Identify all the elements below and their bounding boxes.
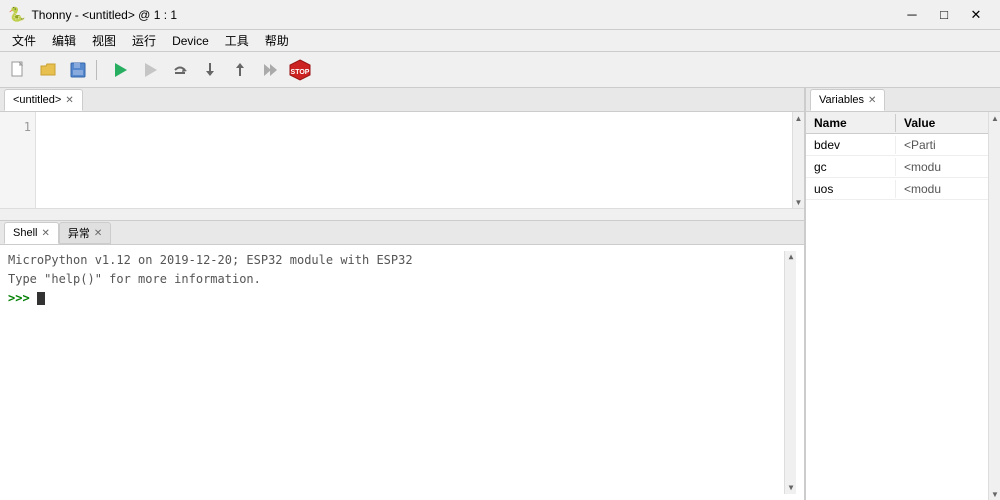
menu-item-编辑[interactable]: 编辑 bbox=[44, 30, 84, 51]
maximize-button[interactable]: □ bbox=[928, 0, 960, 30]
variables-tab-label: Variables bbox=[819, 94, 864, 106]
variables-tab-close[interactable]: ✕ bbox=[868, 95, 876, 106]
variables-content: Name Value bdev<Partigc<moduuos<modu ▲ ▼ bbox=[806, 112, 1000, 500]
shell-cursor bbox=[37, 292, 45, 305]
var-scroll-track bbox=[989, 124, 1000, 488]
app-icon: 🐍 bbox=[8, 6, 25, 23]
shell-tab-close[interactable]: ✕ bbox=[41, 228, 49, 239]
toolbar: STOP bbox=[0, 52, 1000, 88]
variables-tab[interactable]: Variables ✕ bbox=[810, 89, 885, 111]
step-into-button[interactable] bbox=[196, 56, 224, 84]
variables-tab-bar: Variables ✕ bbox=[806, 88, 1000, 112]
line-numbers: 1 bbox=[0, 112, 36, 208]
editor-scrollbar-vertical[interactable]: ▲ ▼ bbox=[792, 112, 804, 208]
menu-item-运行[interactable]: 运行 bbox=[124, 30, 164, 51]
editor-tab-label: <untitled> bbox=[13, 94, 61, 106]
open-icon bbox=[39, 61, 57, 79]
menu-bar: 文件编辑视图运行Device工具帮助 bbox=[0, 30, 1000, 52]
title-left: 🐍 Thonny - <untitled> @ 1 : 1 bbox=[8, 6, 177, 23]
variable-value: <Parti bbox=[896, 136, 988, 154]
shell-tab-close[interactable]: ✕ bbox=[94, 228, 102, 239]
scroll-down-arrow[interactable]: ▼ bbox=[793, 196, 805, 208]
variable-name: bdev bbox=[806, 136, 896, 154]
var-scroll-up[interactable]: ▲ bbox=[989, 112, 1000, 124]
variable-name: gc bbox=[806, 158, 896, 176]
shell-scroll-track bbox=[785, 263, 796, 482]
debug-icon bbox=[141, 61, 159, 79]
menu-item-文件[interactable]: 文件 bbox=[4, 30, 44, 51]
line-number-1: 1 bbox=[4, 118, 31, 136]
resume-icon bbox=[261, 61, 279, 79]
window-controls: ─ □ ✕ bbox=[896, 0, 992, 30]
main-content: <untitled> ✕ 1 ▲ ▼ Shell✕异常✕ MicroPython bbox=[0, 88, 1000, 500]
shell-scroll-up[interactable]: ▲ bbox=[785, 251, 797, 263]
step-out-icon bbox=[231, 61, 249, 79]
code-editor[interactable]: 1 ▲ ▼ bbox=[0, 112, 804, 208]
menu-item-帮助[interactable]: 帮助 bbox=[257, 30, 297, 51]
menu-item-工具[interactable]: 工具 bbox=[217, 30, 257, 51]
toolbar-separator-1 bbox=[96, 60, 102, 80]
menu-item-Device[interactable]: Device bbox=[164, 32, 217, 50]
variables-panel: Variables ✕ Name Value bdev<Partigc<modu… bbox=[805, 88, 1000, 500]
close-button[interactable]: ✕ bbox=[960, 0, 992, 30]
variables-table: Name Value bdev<Partigc<moduuos<modu bbox=[806, 112, 988, 500]
svg-text:STOP: STOP bbox=[291, 69, 310, 76]
variables-value-header: Value bbox=[896, 114, 988, 132]
table-row[interactable]: uos<modu bbox=[806, 178, 988, 200]
stop-button[interactable]: STOP bbox=[286, 56, 314, 84]
shell-tab-bar: Shell ✕ 异常 ✕ bbox=[0, 221, 804, 245]
shell-scrollbar[interactable]: ▲ ▼ bbox=[784, 251, 796, 494]
scroll-up-arrow[interactable]: ▲ bbox=[793, 112, 805, 124]
run-icon bbox=[111, 61, 129, 79]
step-into-icon bbox=[201, 61, 219, 79]
code-content[interactable] bbox=[36, 112, 792, 208]
shell-output-line2: Type "help()" for more information. bbox=[8, 270, 780, 289]
editor-tab-bar: <untitled> ✕ bbox=[0, 88, 804, 112]
save-file-button[interactable] bbox=[64, 56, 92, 84]
save-icon bbox=[69, 61, 87, 79]
menu-item-视图[interactable]: 视图 bbox=[84, 30, 124, 51]
shell-panel: Shell ✕ 异常 ✕ MicroPython v1.12 on 2019-12-2… bbox=[0, 220, 804, 500]
variable-name: uos bbox=[806, 180, 896, 198]
shell-content: MicroPython v1.12 on 2019-12-20; ESP32 m… bbox=[0, 245, 804, 500]
title-bar: 🐍 Thonny - <untitled> @ 1 : 1 ─ □ ✕ bbox=[0, 0, 1000, 30]
editor-scrollbar-horizontal[interactable] bbox=[0, 208, 804, 220]
variable-value: <modu bbox=[896, 180, 988, 198]
step-over-button[interactable] bbox=[166, 56, 194, 84]
shell-prompt-line: >>> bbox=[8, 289, 780, 308]
shell-tab-Shell[interactable]: Shell ✕ bbox=[4, 222, 59, 244]
run-button[interactable] bbox=[106, 56, 134, 84]
minimize-button[interactable]: ─ bbox=[896, 0, 928, 30]
table-row[interactable]: bdev<Parti bbox=[806, 134, 988, 156]
shell-text[interactable]: MicroPython v1.12 on 2019-12-20; ESP32 m… bbox=[8, 251, 780, 494]
table-row[interactable]: gc<modu bbox=[806, 156, 988, 178]
shell-scroll-down[interactable]: ▼ bbox=[785, 482, 797, 494]
debug-button[interactable] bbox=[136, 56, 164, 84]
variable-value: <modu bbox=[896, 158, 988, 176]
shell-prompt: >>> bbox=[8, 291, 30, 305]
open-file-button[interactable] bbox=[34, 56, 62, 84]
window-title: Thonny - <untitled> @ 1 : 1 bbox=[31, 8, 177, 22]
shell-tab-异常[interactable]: 异常 ✕ bbox=[59, 222, 111, 244]
step-out-button[interactable] bbox=[226, 56, 254, 84]
shell-tab-label: Shell bbox=[13, 227, 37, 239]
editor-tab-untitled[interactable]: <untitled> ✕ bbox=[4, 89, 83, 111]
variables-header: Name Value bbox=[806, 112, 988, 134]
step-over-icon bbox=[171, 61, 189, 79]
new-file-icon bbox=[9, 61, 27, 79]
resume-button[interactable] bbox=[256, 56, 284, 84]
stop-icon: STOP bbox=[288, 58, 312, 82]
var-scroll-down[interactable]: ▼ bbox=[989, 488, 1000, 500]
variables-rows: bdev<Partigc<moduuos<modu bbox=[806, 134, 988, 500]
editor-tab-close[interactable]: ✕ bbox=[65, 95, 73, 106]
editor-area: <untitled> ✕ 1 ▲ ▼ Shell✕异常✕ MicroPython bbox=[0, 88, 805, 500]
variables-name-header: Name bbox=[806, 114, 896, 132]
shell-tab-label: 异常 bbox=[68, 225, 90, 241]
new-file-button[interactable] bbox=[4, 56, 32, 84]
variables-scrollbar[interactable]: ▲ ▼ bbox=[988, 112, 1000, 500]
shell-output-line1: MicroPython v1.12 on 2019-12-20; ESP32 m… bbox=[8, 251, 780, 270]
